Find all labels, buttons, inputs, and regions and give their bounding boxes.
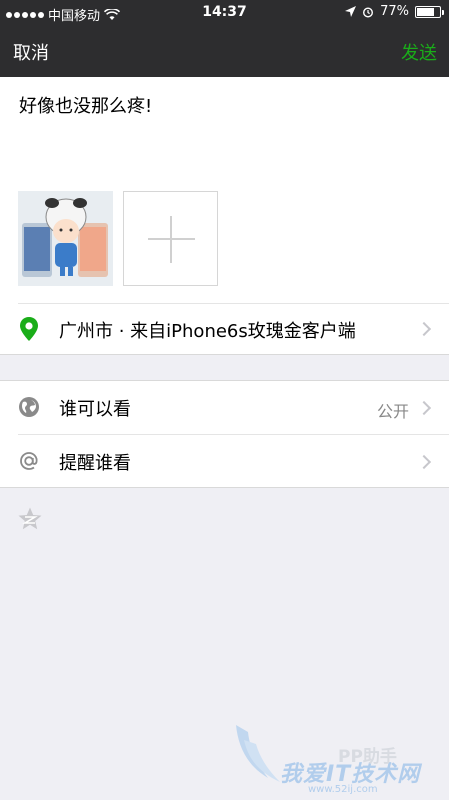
battery-percent: 77% [380, 4, 409, 19]
location-pin-icon [20, 317, 38, 341]
visibility-value: 公开 [376, 402, 409, 421]
compose-area: 好像也没那么疼! 广州市 · 来自iPhone6s玫瑰金客户端 [0, 77, 449, 355]
cancel-button[interactable]: 取消 [13, 39, 49, 65]
remind-who-label: 提醒谁看 [59, 453, 131, 474]
chevron-right-icon [416, 321, 432, 337]
remind-who-row[interactable]: 提醒谁看 [0, 435, 449, 488]
photo-image [18, 191, 113, 286]
battery-icon [415, 5, 444, 18]
location-text: 广州市 · 来自iPhone6s玫瑰金客户端 [59, 321, 356, 342]
divider [0, 354, 449, 355]
chevron-right-icon [416, 454, 432, 470]
navigation-bar: 取消 发送 [0, 25, 449, 77]
alarm-clock-icon [363, 6, 374, 18]
location-arrow-icon [345, 6, 357, 17]
add-photo-button[interactable] [123, 191, 218, 286]
globe-icon [19, 397, 39, 417]
post-text-input[interactable]: 好像也没那么疼! [19, 92, 152, 118]
status-right: 77% [345, 4, 444, 19]
at-icon [20, 452, 38, 470]
send-button[interactable]: 发送 [401, 39, 437, 65]
chevron-right-icon [416, 400, 432, 416]
who-can-see-row[interactable]: 谁可以看 公开 [0, 381, 449, 435]
wing-logo-icon [236, 725, 280, 782]
settings-group: 谁可以看 公开 提醒谁看 [0, 380, 449, 488]
star-icon[interactable] [17, 506, 43, 532]
who-can-see-label: 谁可以看 [59, 399, 131, 420]
watermark-url: www.52ij.com [308, 784, 378, 795]
status-bar: 中国移动 14:37 77% [0, 0, 449, 25]
photo-thumbnail[interactable] [18, 191, 113, 286]
watermark: 我爱IT技术网 PP助手 www.52ij.com [228, 720, 449, 800]
location-row[interactable]: 广州市 · 来自iPhone6s玫瑰金客户端 [0, 304, 449, 354]
watermark-brand: PP助手 [338, 747, 397, 767]
